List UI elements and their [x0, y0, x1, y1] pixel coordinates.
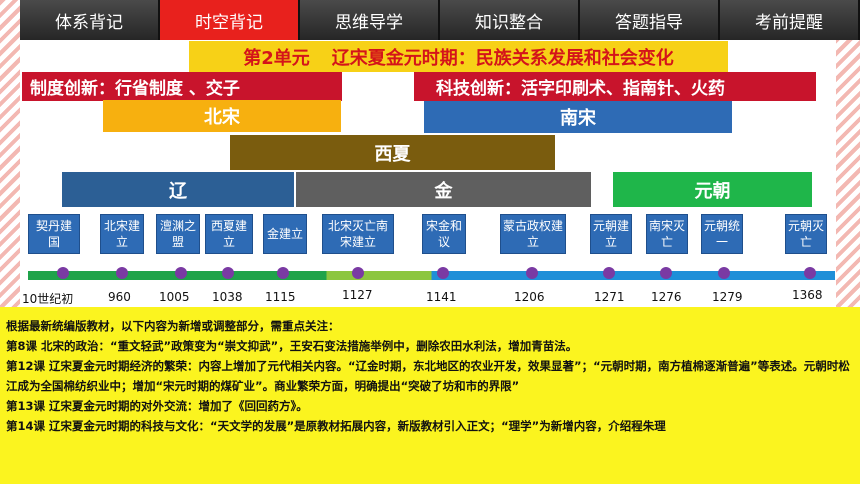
tab-exam-reminder[interactable]: 考前提醒 [720, 0, 860, 40]
timeline-dot [603, 267, 615, 279]
timeline-dot [718, 267, 730, 279]
timeline-dot [57, 267, 69, 279]
system-innovation-banner: 制度创新：行省制度 、交子 [22, 72, 342, 101]
year-label: 1005 [159, 290, 190, 304]
timeline-dot [277, 267, 289, 279]
dynasty-bei-song: 北宋 [103, 100, 341, 132]
timeline-dot [437, 267, 449, 279]
tab-timeline-review[interactable]: 时空背记 [160, 0, 300, 40]
event-yuan-unification: 元朝统一 [701, 214, 743, 254]
timeline-dot [116, 267, 128, 279]
tab-system-review[interactable]: 体系背记 [20, 0, 160, 40]
event-jin-founding: 金建立 [263, 214, 307, 254]
dynasty-yuan: 元朝 [613, 172, 812, 207]
tab-answer-guide[interactable]: 答题指导 [580, 0, 720, 40]
timeline-dot [660, 267, 672, 279]
tab-knowledge-integration[interactable]: 知识整合 [440, 0, 580, 40]
event-song-jin-peace: 宋金和议 [422, 214, 466, 254]
year-label: 1276 [651, 290, 682, 304]
notes-lesson-13: 第13课 辽宋夏金元时期的对外交流：增加了《回回药方》。 [6, 399, 308, 413]
year-label: 1271 [594, 290, 625, 304]
year-label: 1038 [212, 290, 243, 304]
year-label: 1115 [265, 290, 296, 304]
year-label: 1279 [712, 290, 743, 304]
tab-bar: 体系背记 时空背记 思维导学 知识整合 答题指导 考前提醒 [20, 0, 860, 40]
event-nan-song-fall: 南宋灭亡 [646, 214, 688, 254]
event-qidan-founding: 契丹建国 [28, 214, 80, 254]
event-song-transition: 北宋灭亡南宋建立 [322, 214, 394, 254]
notes-lesson-8: 第8课 北宋的政治：“重文轻武”政策变为“崇文抑武”，王安石变法措施举例中，删除… [6, 339, 578, 353]
year-label: 1368 [792, 288, 823, 302]
notes-lesson-12: 第12课 辽宋夏金元时期经济的繁荣：内容上增加了元代相关内容。“辽金时期，东北地… [6, 359, 850, 393]
year-label: 960 [108, 290, 131, 304]
tab-thinking-guide[interactable]: 思维导学 [300, 0, 440, 40]
dynasty-liao: 辽 [62, 172, 294, 207]
notes-lesson-14: 第14课 辽宋夏金元时期的科技与文化：“天文学的发展”是原教材拓展内容，新版教材… [6, 419, 666, 433]
event-mongol-founding: 蒙古政权建立 [500, 214, 566, 254]
year-label: 10世纪初 [22, 292, 74, 306]
tech-innovation-banner: 科技创新：活字印刷术、指南针、火药 [414, 72, 816, 101]
event-yuan-founding: 元朝建立 [590, 214, 632, 254]
timeline-dot [804, 267, 816, 279]
event-yuan-fall: 元朝灭亡 [785, 214, 827, 254]
dynasty-jin: 金 [296, 172, 591, 207]
year-label: 1206 [514, 290, 545, 304]
timeline-dot [526, 267, 538, 279]
timeline-bar [28, 271, 835, 280]
unit-number: 第2单元 [243, 47, 310, 69]
unit-name: 辽宋夏金元时期：民族关系发展和社会变化 [331, 47, 674, 69]
year-label: 1127 [342, 288, 373, 302]
timeline-dot [175, 267, 187, 279]
event-xi-xia-founding: 西夏建立 [205, 214, 253, 254]
event-bei-song-founding: 北宋建立 [100, 214, 144, 254]
unit-title: 第2单元 辽宋夏金元时期：民族关系发展和社会变化 [189, 41, 728, 72]
event-chanyuan-treaty: 澶渊之盟 [156, 214, 200, 254]
curriculum-notes-panel: 根据最新统编版教材，以下内容为新增或调整部分，需重点关注： 第8课 北宋的政治：… [0, 307, 860, 484]
year-label: 1141 [426, 290, 457, 304]
dynasty-nan-song: 南宋 [424, 101, 732, 133]
notes-intro: 根据最新统编版教材，以下内容为新增或调整部分，需重点关注： [6, 319, 340, 333]
timeline-dot [222, 267, 234, 279]
dynasty-xi-xia: 西夏 [230, 135, 555, 170]
timeline-dot [352, 267, 364, 279]
